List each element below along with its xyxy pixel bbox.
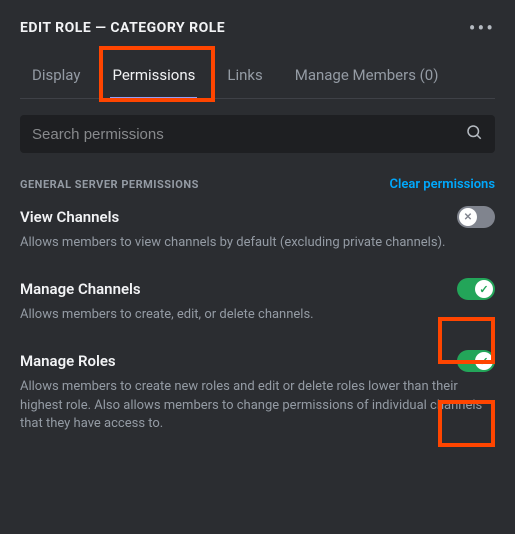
permission-description: Allows members to create, edit, or delet…	[20, 306, 495, 324]
section-header: GENERAL SERVER PERMISSIONS Clear permiss…	[20, 177, 495, 192]
tab-links[interactable]: Links	[215, 56, 274, 98]
page-title: EDIT ROLE — CATEGORY ROLE	[20, 20, 225, 36]
search-input[interactable]	[32, 126, 465, 143]
more-options-icon[interactable]: •••	[469, 16, 495, 40]
tab-permissions[interactable]: Permissions	[100, 56, 207, 98]
section-label: GENERAL SERVER PERMISSIONS	[20, 178, 199, 191]
toggle-view-channels[interactable]	[457, 206, 495, 228]
toggle-manage-roles[interactable]	[457, 350, 495, 372]
permission-title: Manage Channels	[20, 280, 141, 298]
permission-view-channels: View Channels Allows members to view cha…	[20, 206, 495, 252]
permission-manage-channels: Manage Channels Allows members to create…	[20, 278, 495, 324]
tab-display[interactable]: Display	[20, 56, 92, 98]
search-icon	[465, 123, 483, 145]
permission-description: Allows members to view channels by defau…	[20, 234, 495, 252]
permission-title: Manage Roles	[20, 352, 116, 370]
clear-permissions-link[interactable]: Clear permissions	[390, 177, 495, 192]
search-container	[20, 115, 495, 153]
toggle-manage-channels[interactable]	[457, 278, 495, 300]
toggle-knob-icon	[459, 208, 477, 226]
tab-bar: Display Permissions Links Manage Members…	[20, 56, 495, 99]
header: EDIT ROLE — CATEGORY ROLE •••	[20, 16, 495, 40]
tab-manage-members[interactable]: Manage Members (0)	[283, 56, 451, 98]
permission-manage-roles: Manage Roles Allows members to create ne…	[20, 350, 495, 433]
toggle-knob-icon	[475, 352, 493, 370]
permission-description: Allows members to create new roles and e…	[20, 378, 495, 433]
permission-title: View Channels	[20, 208, 119, 226]
toggle-knob-icon	[475, 280, 493, 298]
